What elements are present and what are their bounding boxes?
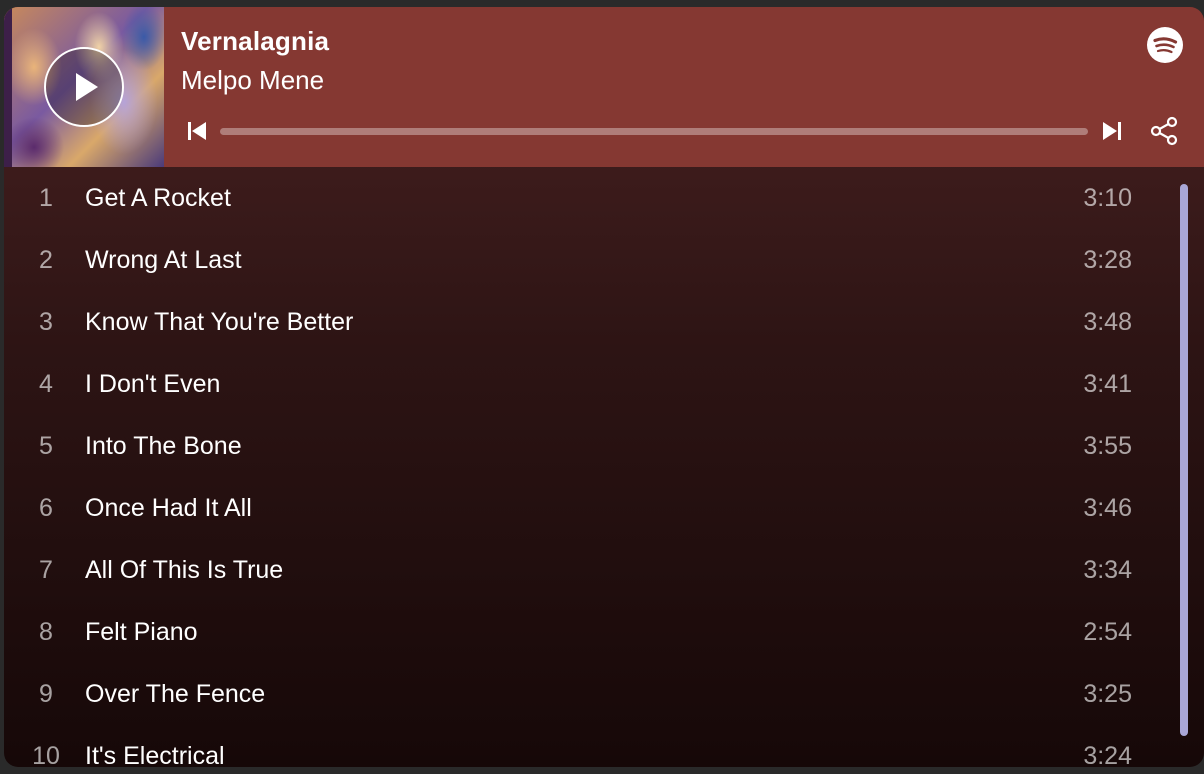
track-number: 4: [39, 370, 53, 398]
track-duration: 3:55: [1083, 432, 1132, 460]
track-row[interactable]: 5 Into The Bone 3:55: [4, 415, 1174, 477]
track-row[interactable]: 7 All Of This Is True 3:34: [4, 539, 1174, 601]
track-name: Get A Rocket: [85, 184, 231, 212]
track-row[interactable]: 2 Wrong At Last 3:28: [4, 229, 1174, 291]
share-button[interactable]: [1148, 115, 1180, 147]
track-name: Over The Fence: [85, 680, 266, 708]
track-duration: 3:46: [1083, 494, 1132, 522]
scrollbar-thumb[interactable]: [1180, 184, 1188, 736]
track-duration: 3:28: [1083, 246, 1132, 274]
track-duration: 3:41: [1083, 370, 1132, 398]
track-row[interactable]: 4 I Don't Even 3:41: [4, 353, 1174, 415]
skip-previous-button[interactable]: [185, 119, 209, 143]
skip-next-button[interactable]: [1100, 119, 1124, 143]
track-number: 10: [32, 742, 60, 767]
track-number: 9: [39, 680, 53, 708]
skip-next-icon: [1103, 122, 1121, 140]
track-number: 8: [39, 618, 53, 646]
player-header: Vernalagnia Melpo Mene: [4, 7, 1204, 167]
track-name: All Of This Is True: [85, 556, 284, 584]
track-name: Know That You're Better: [85, 308, 354, 336]
track-number: 1: [39, 184, 53, 212]
track-name: Into The Bone: [85, 432, 242, 460]
track-name: It's Electrical: [85, 742, 225, 767]
skip-previous-icon: [188, 122, 206, 140]
track-duration: 3:25: [1083, 680, 1132, 708]
track-duration: 3:48: [1083, 308, 1132, 336]
track-list: 1 Get A Rocket 3:10 2 Wrong At Last 3:28…: [4, 167, 1174, 767]
album-title[interactable]: Vernalagnia: [181, 26, 329, 57]
track-row[interactable]: 3 Know That You're Better 3:48: [4, 291, 1174, 353]
track-duration: 3:10: [1083, 184, 1132, 212]
track-name: Once Had It All: [85, 494, 252, 522]
track-name: Wrong At Last: [85, 246, 242, 274]
play-icon: [76, 73, 98, 101]
track-name: Felt Piano: [85, 618, 198, 646]
track-duration: 3:34: [1083, 556, 1132, 584]
track-number: 7: [39, 556, 53, 584]
play-button[interactable]: [44, 47, 124, 127]
track-row[interactable]: 10 It's Electrical 3:24: [4, 725, 1174, 767]
track-duration: 2:54: [1083, 618, 1132, 646]
track-row[interactable]: 8 Felt Piano 2:54: [4, 601, 1174, 663]
track-row[interactable]: 6 Once Had It All 3:46: [4, 477, 1174, 539]
track-number: 3: [39, 308, 53, 336]
artist-name[interactable]: Melpo Mene: [181, 65, 324, 96]
track-number: 2: [39, 246, 53, 274]
track-number: 5: [39, 432, 53, 460]
track-row[interactable]: 1 Get A Rocket 3:10: [4, 167, 1174, 229]
track-number: 6: [39, 494, 53, 522]
share-icon: [1150, 116, 1178, 146]
track-name: I Don't Even: [85, 370, 221, 398]
track-row[interactable]: 9 Over The Fence 3:25: [4, 663, 1174, 725]
progress-bar[interactable]: [220, 128, 1088, 135]
spotify-logo-icon[interactable]: [1147, 27, 1183, 63]
album-cover: [4, 7, 164, 167]
spotify-embed-player: Vernalagnia Melpo Mene 1 Get A Rocket 3:…: [4, 7, 1204, 767]
track-duration: 3:24: [1083, 742, 1132, 767]
